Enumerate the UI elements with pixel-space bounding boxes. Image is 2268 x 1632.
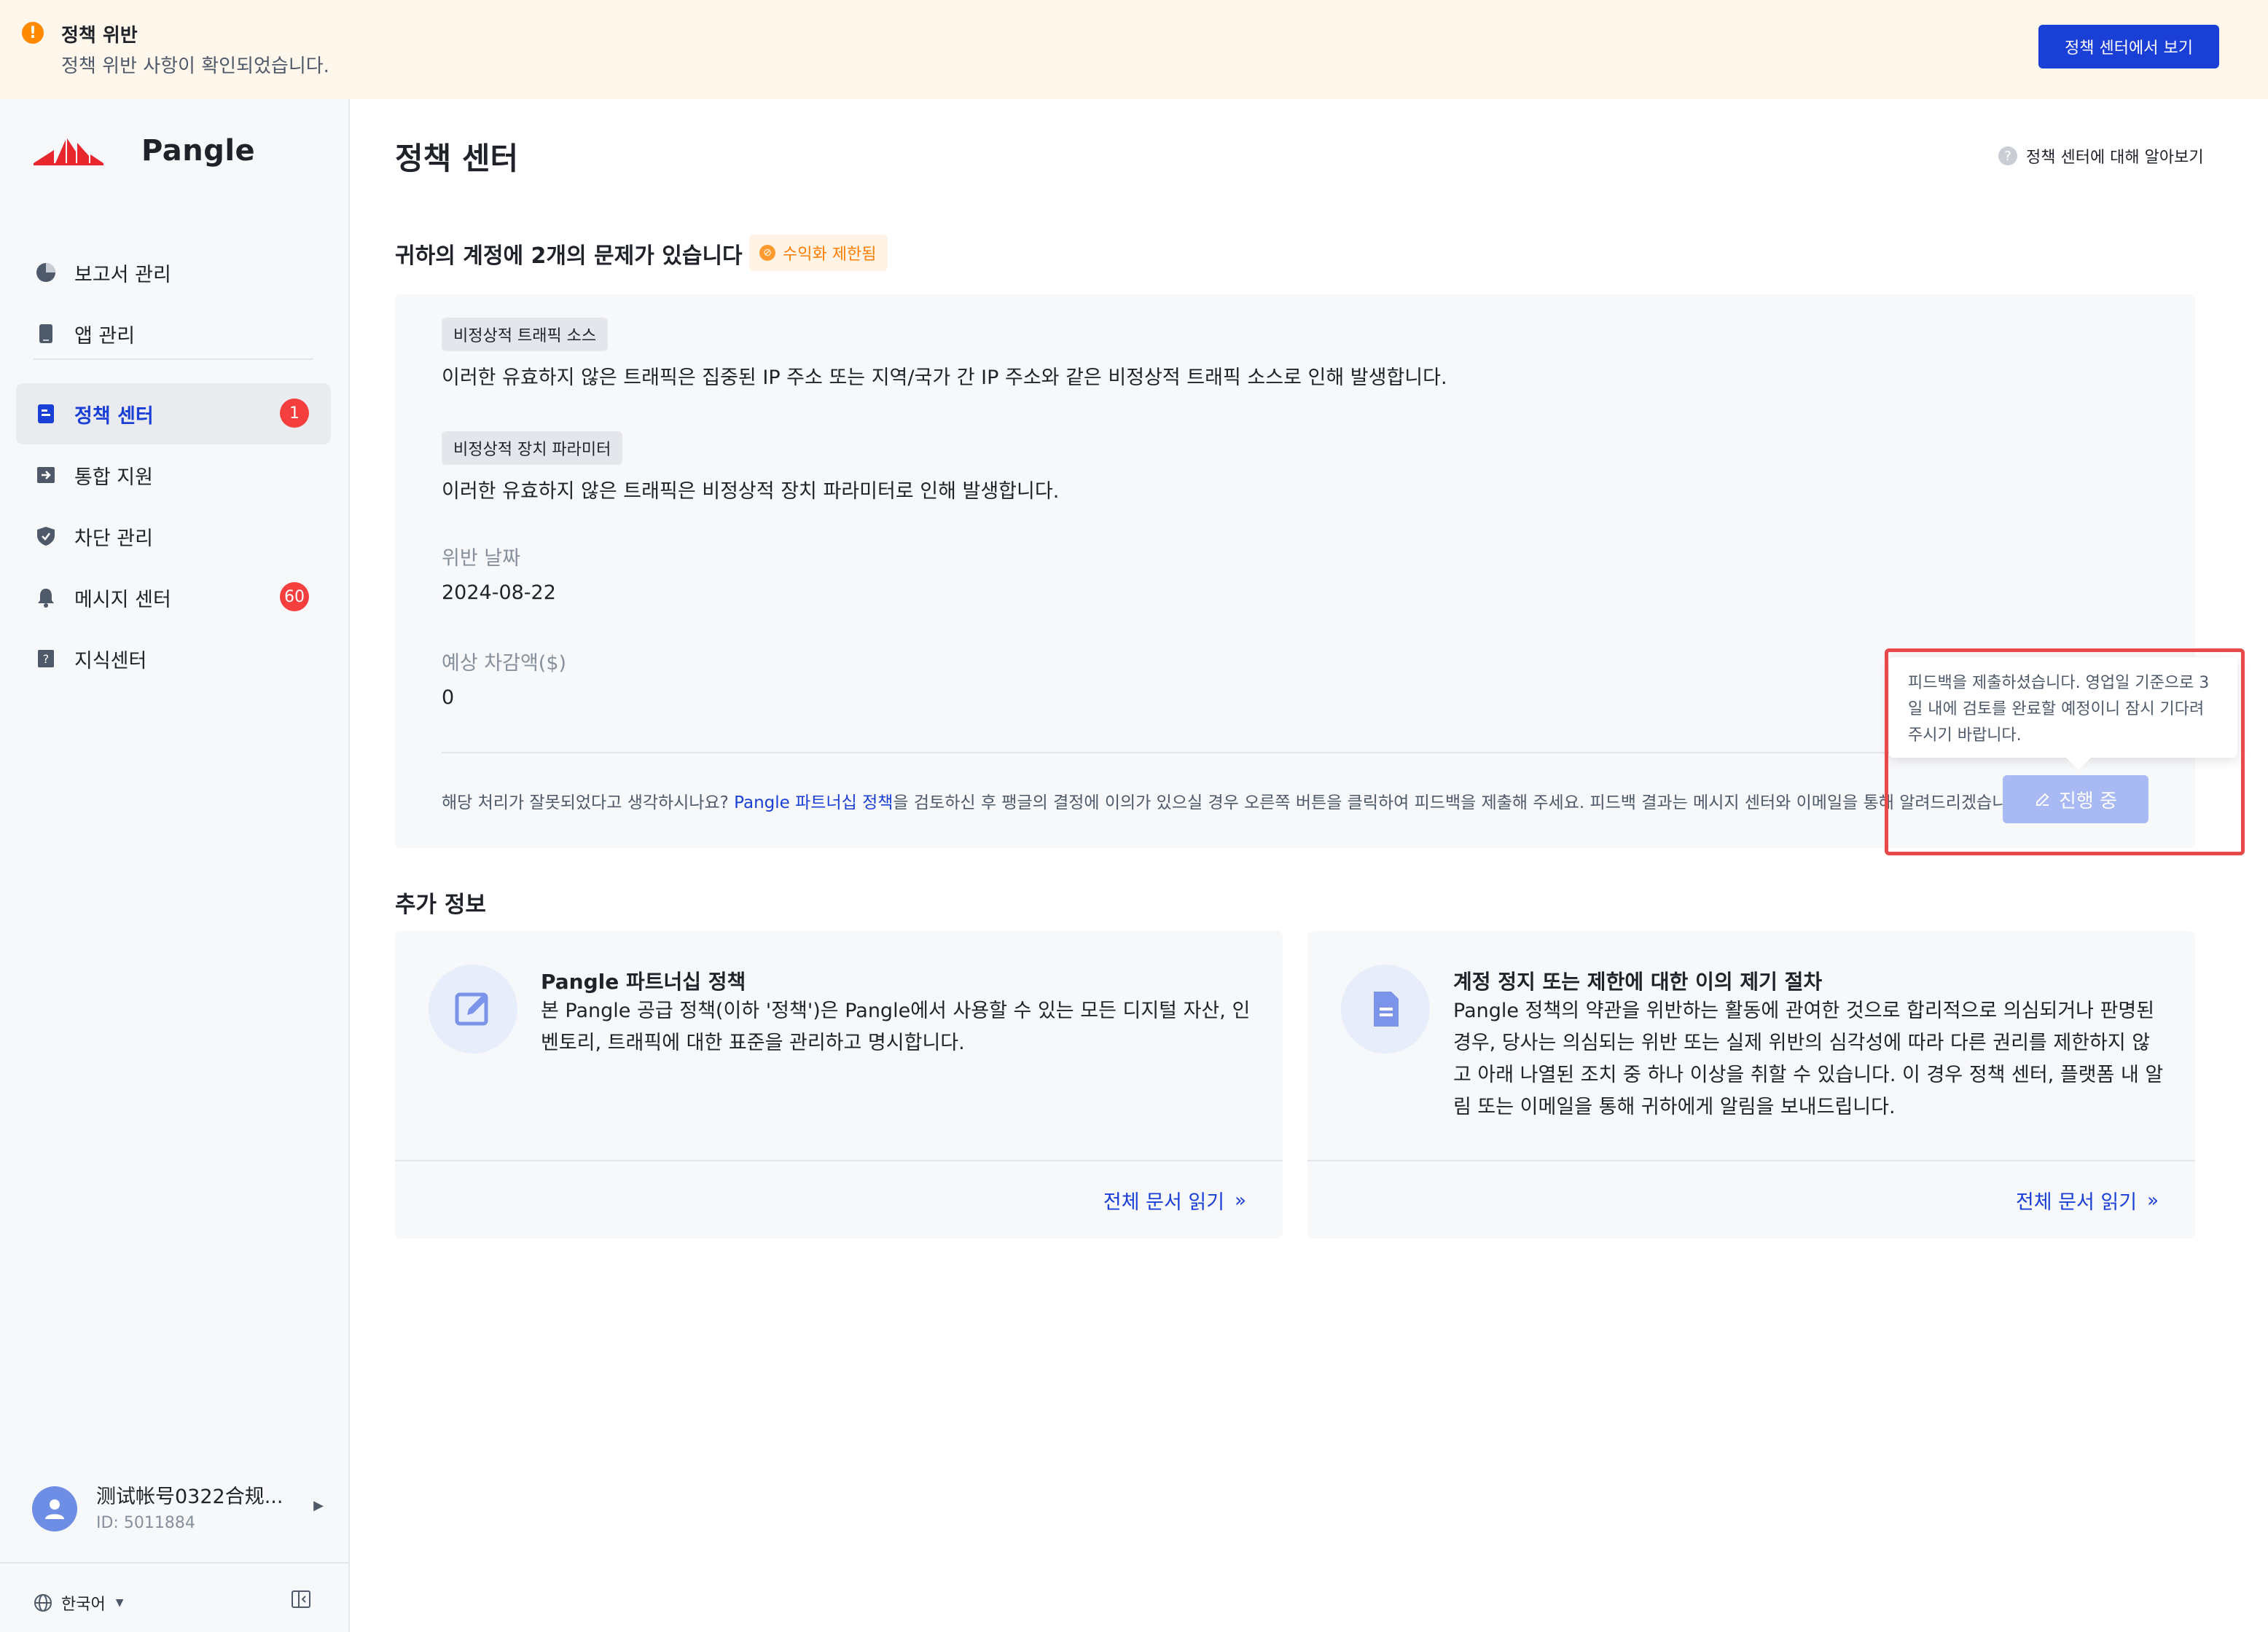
sidebar-divider bbox=[34, 358, 313, 360]
policy-doc-icon bbox=[35, 403, 57, 425]
message-count-badge: 60 bbox=[280, 582, 309, 611]
issue-description: 이러한 유효하지 않은 트래픽은 집중된 IP 주소 또는 지역/국가 간 IP… bbox=[442, 366, 1447, 389]
status-badge: ⊘ 수익화 제한됨 bbox=[749, 235, 888, 271]
info-card-divider bbox=[1307, 1160, 2195, 1161]
bell-icon bbox=[35, 586, 57, 608]
extra-info-heading: 추가 정보 bbox=[395, 892, 486, 918]
partnership-policy-link[interactable]: Pangle 파트너십 정책 bbox=[734, 793, 893, 812]
warning-icon: ! bbox=[22, 22, 44, 44]
view-in-policy-center-button[interactable]: 정책 센터에서 보기 bbox=[2038, 25, 2219, 68]
account-id: ID: 5011884 bbox=[96, 1514, 195, 1532]
info-card-divider bbox=[395, 1160, 1283, 1161]
appeal-note-text: 을 검토하신 후 팽글의 결정에 이의가 있으실 경우 오른쪽 버튼을 클릭하여… bbox=[893, 793, 2028, 812]
policy-violation-banner: ! 정책 위반 정책 위반 사항이 확인되었습니다. 정책 센터에서 보기 bbox=[0, 0, 2268, 99]
sidebar: Pangle 보고서 관리 앱 관리 정책 센터 1 통합 지원 차단 관리 메… bbox=[0, 99, 350, 1632]
shield-icon bbox=[35, 525, 57, 547]
sidebar-item-label: 정책 센터 bbox=[74, 404, 154, 428]
caret-down-icon: ▼ bbox=[115, 1597, 124, 1609]
globe-icon bbox=[34, 1594, 52, 1612]
double-chevron-right-icon: » bbox=[1235, 1189, 1246, 1212]
account-name: 测试帐号0322合规... bbox=[96, 1486, 284, 1508]
deduction-label: 예상 차감액($) bbox=[442, 652, 567, 675]
read-full-document-link[interactable]: 전체 문서 읽기 » bbox=[2016, 1186, 2159, 1215]
pie-chart-icon bbox=[35, 262, 57, 283]
sidebar-item-blocking[interactable]: 차단 관리 bbox=[16, 506, 331, 567]
sidebar-item-label: 지식센터 bbox=[74, 649, 147, 672]
sidebar-item-label: 메시지 센터 bbox=[74, 588, 171, 611]
info-card-title: Pangle 파트너십 정책 bbox=[541, 970, 746, 994]
issue-tag: 비정상적 장치 파라미터 bbox=[442, 431, 623, 465]
info-card-partnership-policy: Pangle 파트너십 정책 본 Pangle 공급 정책(이하 '정책')은 … bbox=[395, 931, 1283, 1239]
sidebar-item-reports[interactable]: 보고서 관리 bbox=[16, 242, 331, 303]
violation-date-value: 2024-08-22 bbox=[442, 581, 556, 604]
sidebar-bottom-divider bbox=[0, 1562, 348, 1564]
learn-about-policy-center-link[interactable]: ? 정책 센터에 대해 알아보기 bbox=[1998, 144, 2204, 168]
issues-heading: 귀하의 계정에 2개의 문제가 있습니다 bbox=[395, 243, 743, 269]
violation-date-label: 위반 날짜 bbox=[442, 547, 520, 570]
info-card-title: 계정 정지 또는 제한에 대한 이의 제기 절차 bbox=[1453, 970, 1823, 994]
read-full-document-link[interactable]: 전체 문서 읽기 » bbox=[1103, 1186, 1246, 1215]
issue-tag: 비정상적 트래픽 소스 bbox=[442, 318, 609, 351]
sidebar-item-label: 통합 지원 bbox=[74, 466, 153, 489]
sidebar-item-apps[interactable]: 앱 관리 bbox=[16, 303, 331, 364]
sidebar-item-label: 앱 관리 bbox=[74, 324, 136, 348]
highlight-box bbox=[1885, 648, 2245, 855]
edit-icon bbox=[429, 965, 517, 1054]
user-icon bbox=[45, 1499, 64, 1519]
sidebar-item-policy-center[interactable]: 정책 센터 1 bbox=[16, 383, 331, 444]
integration-icon bbox=[35, 464, 57, 486]
info-card-description: 본 Pangle 공급 정책(이하 '정책')은 Pangle에서 사용할 수 … bbox=[541, 1000, 1251, 1054]
restricted-icon: ⊘ bbox=[759, 245, 775, 261]
chevron-right-icon: ▶ bbox=[313, 1498, 324, 1513]
page-title: 정책 센터 bbox=[395, 141, 519, 176]
knowledge-icon: ? bbox=[35, 648, 57, 670]
phone-icon bbox=[35, 323, 57, 345]
avatar bbox=[32, 1486, 77, 1531]
language-selector[interactable]: 한국어 ▼ bbox=[34, 1591, 124, 1615]
info-card-description: Pangle 정책의 약관을 위반하는 활동에 관여한 것으로 합리적으로 의심… bbox=[1453, 1000, 2164, 1118]
account-switcher[interactable]: 测试帐号0322合规... ID: 5011884 ▶ bbox=[32, 1476, 324, 1542]
sidebar-item-messages[interactable]: 메시지 센터 60 bbox=[16, 567, 331, 628]
status-badge-label: 수익화 제한됨 bbox=[783, 246, 877, 264]
sidebar-item-label: 보고서 관리 bbox=[74, 263, 171, 286]
language-label: 한국어 bbox=[61, 1596, 106, 1614]
double-chevron-right-icon: » bbox=[2147, 1189, 2159, 1212]
read-more-label: 전체 문서 읽기 bbox=[2015, 1191, 2138, 1214]
policy-count-badge: 1 bbox=[280, 399, 309, 428]
pangle-logo-icon bbox=[34, 138, 103, 165]
collapse-sidebar-icon[interactable] bbox=[290, 1588, 312, 1610]
help-link-label: 정책 센터에 대해 알아보기 bbox=[2026, 149, 2204, 167]
pangle-logo[interactable]: Pangle bbox=[34, 133, 255, 169]
sidebar-item-knowledge[interactable]: ? 지식센터 bbox=[16, 628, 331, 689]
banner-title: 정책 위반 bbox=[61, 25, 138, 47]
banner-description: 정책 위반 사항이 확인되었습니다. bbox=[61, 55, 329, 77]
document-icon bbox=[1341, 965, 1430, 1054]
appeal-note: 해당 처리가 잘못되었다고 생각하시나요? Pangle 파트너십 정책을 검토… bbox=[442, 788, 2028, 813]
info-card-appeal-procedure: 계정 정지 또는 제한에 대한 이의 제기 절차 Pangle 정책의 약관을 … bbox=[1307, 931, 2195, 1239]
issue-description: 이러한 유효하지 않은 트래픽은 비정상적 장치 파라미터로 인해 발생합니다. bbox=[442, 480, 1060, 503]
appeal-note-text: 해당 처리가 잘못되었다고 생각하시나요? bbox=[442, 793, 735, 812]
svg-text:?: ? bbox=[43, 652, 50, 666]
help-icon: ? bbox=[1998, 146, 2017, 165]
logo-text: Pangle bbox=[141, 134, 256, 168]
sidebar-item-integration[interactable]: 통합 지원 bbox=[16, 444, 331, 506]
read-more-label: 전체 문서 읽기 bbox=[1103, 1191, 1225, 1214]
deduction-value: 0 bbox=[442, 686, 455, 709]
sidebar-item-label: 차단 관리 bbox=[74, 527, 153, 550]
